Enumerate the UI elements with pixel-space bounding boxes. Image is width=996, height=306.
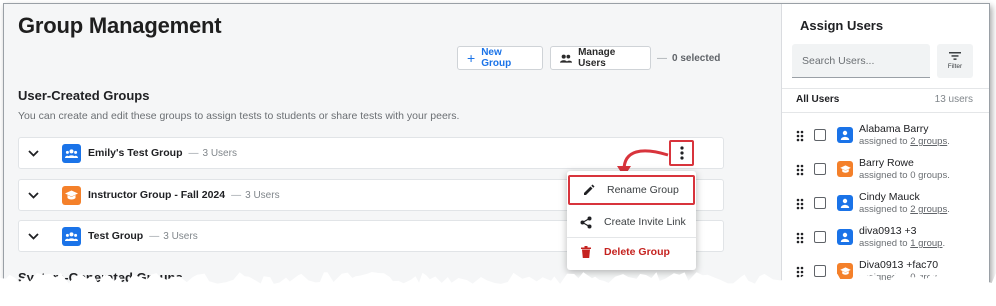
selected-count: —0 selected <box>657 52 721 64</box>
page-title: Group Management <box>18 13 222 38</box>
user-created-groups-description: You can create and edit these groups to … <box>18 110 460 122</box>
manage-users-label: Manage Users <box>578 47 616 69</box>
plus-icon: + <box>467 50 476 66</box>
users-icon <box>560 54 573 63</box>
delete-group-menu-item[interactable]: Delete Group <box>567 237 696 267</box>
group-options-button[interactable] <box>669 140 694 166</box>
toolbar: + New Group Manage Users —0 selected <box>457 46 720 70</box>
chevron-down-icon[interactable] <box>28 232 54 240</box>
drag-handle-icon[interactable] <box>796 163 804 181</box>
divider <box>782 112 989 113</box>
group-icon <box>62 143 81 163</box>
user-name: Alabama Barry <box>859 123 929 135</box>
filter-label: Filter <box>947 63 963 70</box>
rename-group-menu-item[interactable]: Rename Group <box>568 175 695 205</box>
new-group-label: New Group <box>481 47 512 69</box>
filter-icon <box>949 52 961 60</box>
user-name: Barry Rowe <box>859 157 914 169</box>
groups-link[interactable]: 2 groups <box>910 136 947 147</box>
pencil-icon <box>581 184 597 196</box>
person-icon <box>837 229 853 245</box>
more-vertical-icon <box>679 146 684 160</box>
chevron-down-icon[interactable] <box>28 149 54 157</box>
divider <box>782 88 989 89</box>
graduation-cap-icon <box>837 161 853 177</box>
user-name: Cindy Mauck <box>859 191 920 203</box>
user-assignment: assigned to 2 groups. <box>859 136 950 147</box>
group-name: Instructor Group - Fall 2024 <box>88 189 226 201</box>
manage-users-button[interactable]: Manage Users <box>550 46 651 70</box>
user-row[interactable]: Cindy Mauck assigned to 2 groups. <box>782 189 989 223</box>
user-checkbox[interactable] <box>814 163 826 175</box>
group-name: Test Group <box>88 230 144 242</box>
trash-icon <box>578 246 594 258</box>
person-icon <box>837 195 853 211</box>
graduation-cap-icon <box>62 185 81 205</box>
drag-handle-icon[interactable] <box>796 197 804 215</box>
app-window: Group Management + New Group Manage User… <box>3 3 990 299</box>
groups-link[interactable]: 2 groups <box>910 204 947 215</box>
group-icon <box>62 226 81 246</box>
group-name: Emily's Test Group <box>88 147 183 159</box>
group-context-menu: Rename Group Create Invite Link Delete G… <box>567 171 696 270</box>
assign-users-heading: Assign Users <box>800 18 884 33</box>
group-user-count: 3 Users <box>245 189 280 201</box>
user-checkbox[interactable] <box>814 197 826 209</box>
drag-handle-icon[interactable] <box>796 231 804 249</box>
all-users-label: All Users <box>796 94 840 105</box>
person-icon <box>837 127 853 143</box>
user-assignment: assigned to 0 groups. <box>859 170 950 181</box>
new-group-button[interactable]: + New Group <box>457 46 543 70</box>
user-assignment: assigned to 2 groups. <box>859 204 950 215</box>
user-count: 13 users <box>934 94 973 105</box>
groups-link[interactable]: 1 group <box>910 238 942 249</box>
group-user-count: 3 Users <box>163 230 198 242</box>
assign-users-panel: Assign Users Filter All Users 13 users A… <box>781 4 989 298</box>
user-assignment: assigned to 1 group. <box>859 238 946 249</box>
user-name: diva0913 +3 <box>859 225 917 237</box>
main-pane: Group Management + New Group Manage User… <box>4 4 781 298</box>
chevron-down-icon[interactable] <box>28 191 54 199</box>
group-user-count: 3 Users <box>202 147 237 159</box>
search-users-input[interactable] <box>792 44 930 78</box>
user-created-groups-heading: User-Created Groups <box>18 88 150 103</box>
filter-button[interactable]: Filter <box>937 44 973 78</box>
create-invite-link-menu-item[interactable]: Create Invite Link <box>567 207 696 237</box>
user-checkbox[interactable] <box>814 129 826 141</box>
user-row[interactable]: Barry Rowe assigned to 0 groups. <box>782 155 989 189</box>
drag-handle-icon[interactable] <box>796 129 804 147</box>
user-checkbox[interactable] <box>814 231 826 243</box>
torn-edge <box>0 272 996 306</box>
user-row[interactable]: diva0913 +3 assigned to 1 group. <box>782 223 989 257</box>
share-icon <box>578 216 594 229</box>
user-row[interactable]: Alabama Barry assigned to 2 groups. <box>782 121 989 155</box>
